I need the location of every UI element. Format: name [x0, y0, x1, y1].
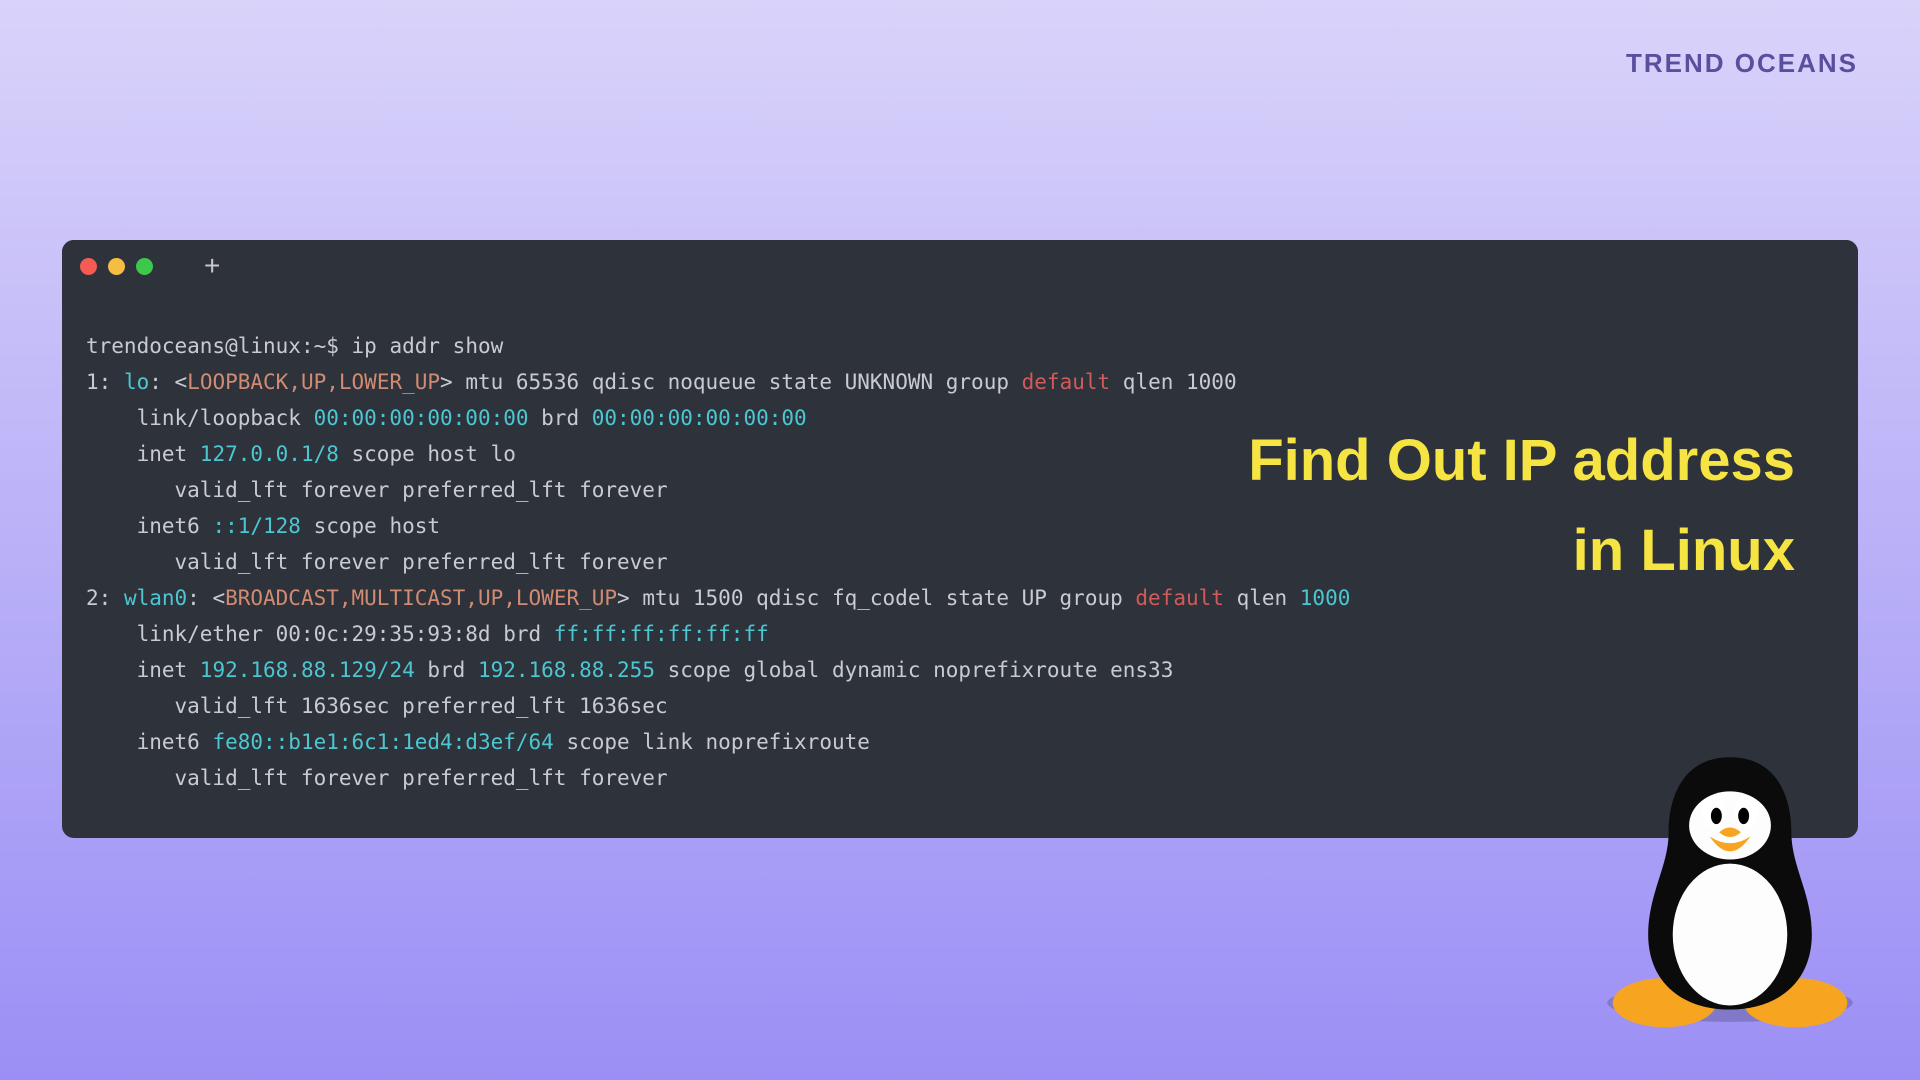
terminal-titlebar: + — [62, 240, 1858, 292]
maximize-icon[interactable] — [136, 258, 153, 275]
mac-lo: 00:00:00:00:00:00 — [314, 406, 529, 430]
minimize-icon[interactable] — [108, 258, 125, 275]
flags-lo: LOOPBACK,UP,LOWER_UP — [187, 370, 440, 394]
out-7a: 2: — [86, 586, 124, 610]
out-1c: : < — [149, 370, 187, 394]
out-5c: scope host — [301, 514, 440, 538]
out-10: valid_lft 1636sec preferred_lft 1636sec — [86, 694, 668, 718]
out-5a: inet6 — [86, 514, 212, 538]
inet6-lo: ::1/128 — [212, 514, 301, 538]
overlay-line2: in Linux — [1215, 506, 1795, 596]
out-4: valid_lft forever preferred_lft forever — [86, 478, 668, 502]
tux-icon — [1590, 730, 1870, 1030]
overlay-line1: Find Out IP address — [1215, 416, 1795, 506]
brd-addr-wlan0: 192.168.88.255 — [478, 658, 655, 682]
inet-wlan0: 192.168.88.129/24 — [200, 658, 415, 682]
out-1a: 1: — [86, 370, 124, 394]
out-9e: scope global dynamic noprefixroute ens33 — [655, 658, 1173, 682]
out-11a: inet6 — [86, 730, 212, 754]
inet6-wlan0: fe80::b1e1:6c1:1ed4:d3ef/64 — [212, 730, 553, 754]
brd-wlan0: ff:ff:ff:ff:ff:ff — [554, 622, 769, 646]
out-1e: > mtu 65536 qdisc noqueue state UNKNOWN … — [440, 370, 1022, 394]
out-3c: scope host lo — [339, 442, 516, 466]
out-2c: brd — [529, 406, 592, 430]
command-text: ip addr show — [352, 334, 504, 358]
out-12: valid_lft forever preferred_lft forever — [86, 766, 668, 790]
out-7c: : < — [187, 586, 225, 610]
out-9a: inet — [86, 658, 200, 682]
iface-lo: lo — [124, 370, 149, 394]
out-8a: link/ether 00:0c:29:35:93:8d brd — [86, 622, 554, 646]
out-9c: brd — [415, 658, 478, 682]
out-1g: qlen 1000 — [1110, 370, 1236, 394]
out-7e: > mtu 1500 qdisc fq_codel state UP group — [617, 586, 1135, 610]
out-6: valid_lft forever preferred_lft forever — [86, 550, 668, 574]
close-icon[interactable] — [80, 258, 97, 275]
brd-lo: 00:00:00:00:00:00 — [592, 406, 807, 430]
iface-wlan0: wlan0 — [124, 586, 187, 610]
out-2a: link/loopback — [86, 406, 314, 430]
group-default-2: default — [1135, 586, 1224, 610]
out-11c: scope link noprefixroute — [554, 730, 870, 754]
group-default-1: default — [1022, 370, 1111, 394]
flags-wlan0: BROADCAST,MULTICAST,UP,LOWER_UP — [225, 586, 617, 610]
prompt-user: trendoceans@linux — [86, 334, 301, 358]
out-3a: inet — [86, 442, 200, 466]
inet-lo: 127.0.0.1/8 — [200, 442, 339, 466]
new-tab-button[interactable]: + — [204, 250, 220, 282]
overlay-title: Find Out IP address in Linux — [1215, 416, 1795, 596]
brand-label: TREND OCEANS — [1626, 48, 1858, 79]
prompt-sep: :~$ — [301, 334, 339, 358]
